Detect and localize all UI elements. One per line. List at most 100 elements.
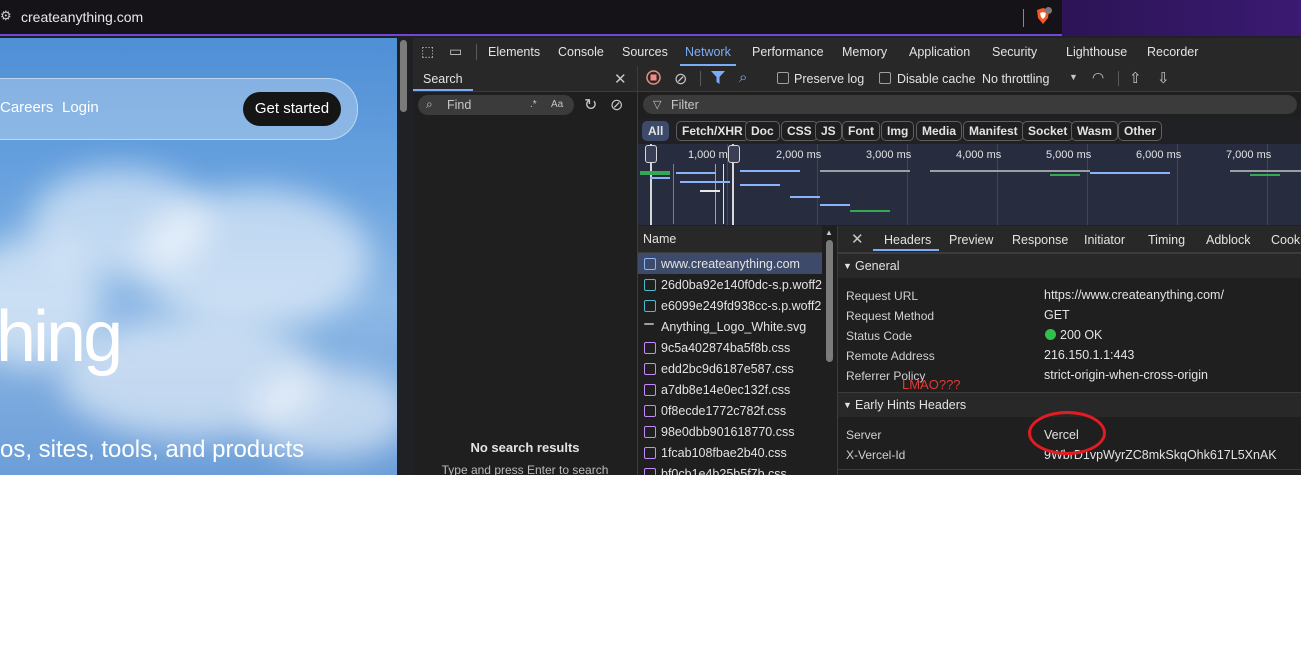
chevron-down-icon[interactable]: ▼	[843, 400, 852, 410]
general-section-header[interactable]	[838, 253, 1301, 278]
tab-recorder[interactable]: Recorder	[1147, 45, 1198, 59]
request-name[interactable]: 0f8ecde1772c782f.css	[661, 404, 786, 418]
search-icon: ⌕	[426, 97, 433, 111]
website-viewport: Careers Login Get started hing os, sites…	[0, 38, 397, 475]
tab-application[interactable]: Application	[909, 45, 970, 59]
tab-sources[interactable]: Sources	[622, 45, 668, 59]
dom-content-loaded-marker	[673, 164, 674, 224]
device-toolbar-icon[interactable]: ▭	[449, 43, 462, 60]
tab-console[interactable]: Console	[558, 45, 604, 59]
request-name[interactable]: edd2bc9d6187e587.css	[661, 362, 794, 376]
clear-log-icon[interactable]: ⊘	[674, 69, 687, 89]
header-key: Status Code	[846, 329, 913, 343]
download-icon[interactable]: ⇩	[1157, 69, 1170, 87]
nav-link-careers[interactable]: Careers	[0, 99, 53, 116]
request-name[interactable]: 9c5a402874ba5f8b.css	[661, 341, 790, 355]
nav-link-login[interactable]: Login	[62, 99, 99, 116]
refresh-icon[interactable]: ↻	[584, 95, 597, 115]
timeline-tick: 7,000 ms	[1226, 149, 1272, 161]
address-bar-url[interactable]: createanything.com	[21, 9, 143, 25]
tab-response[interactable]: Response	[1012, 233, 1068, 247]
filter-icon[interactable]	[711, 71, 725, 84]
filter-chip-socket[interactable]: Socket	[1022, 121, 1074, 141]
scroll-up-icon[interactable]: ▲	[825, 228, 833, 237]
disable-cache-checkbox[interactable]	[879, 72, 891, 84]
search-tab[interactable]: Search	[423, 72, 463, 86]
hero-subtitle: os, sites, tools, and products	[0, 436, 305, 463]
filter-chip-fetch-xhr[interactable]: Fetch/XHR	[676, 121, 749, 141]
filter-chip-media[interactable]: Media	[916, 121, 963, 141]
request-name[interactable]: a7db8e14e0ec132f.css	[661, 383, 790, 397]
timeline-request-bar	[820, 204, 850, 206]
chevron-down-icon[interactable]: ▼	[843, 261, 852, 271]
request-name[interactable]: 98e0dbb901618770.css	[661, 425, 794, 439]
timeline-request-bar	[1000, 170, 1090, 172]
upload-icon[interactable]: ⇧	[1129, 69, 1142, 87]
tab-lighthouse[interactable]: Lighthouse	[1066, 45, 1127, 59]
filter-chip-manifest[interactable]: Manifest	[963, 121, 1024, 141]
request-name[interactable]: e6099e249fd938cc-s.p.woff2	[661, 299, 821, 313]
filter-chip-doc[interactable]: Doc	[745, 121, 780, 141]
request-name[interactable]: 26d0ba92e140f0dc-s.p.woff2	[661, 278, 822, 292]
column-header-name[interactable]: Name	[643, 232, 676, 246]
tab-preview[interactable]: Preview	[949, 233, 993, 247]
network-conditions-icon[interactable]: ◠	[1092, 69, 1104, 86]
match-case-toggle[interactable]: Aa	[551, 99, 563, 110]
early-hints-section-title[interactable]: Early Hints Headers	[855, 398, 966, 412]
clear-icon[interactable]: ⊘	[610, 95, 623, 115]
filter-input-placeholder: Filter	[671, 98, 699, 112]
filter-chip-css[interactable]: CSS	[781, 121, 818, 141]
request-name[interactable]: www.createanything.com	[661, 257, 800, 271]
filter-chip-wasm[interactable]: Wasm	[1071, 121, 1118, 141]
tab-memory[interactable]: Memory	[842, 45, 887, 59]
timeline-request-bar	[930, 170, 1000, 172]
close-icon[interactable]: ✕	[614, 70, 627, 88]
toolbar-divider	[700, 71, 701, 86]
filter-chip-font[interactable]: Font	[842, 121, 880, 141]
request-list-scrollbar-thumb[interactable]	[826, 240, 833, 362]
tab-initiator[interactable]: Initiator	[1084, 233, 1125, 247]
close-icon[interactable]: ✕	[851, 230, 864, 248]
tab-adblock[interactable]: Adblock	[1206, 233, 1250, 247]
timeline-request-bar	[680, 181, 730, 183]
request-name[interactable]: 1fcab108fbae2b40.css	[661, 446, 787, 460]
brave-shield-icon[interactable]	[1034, 7, 1052, 25]
timeline-tick: 4,000 ms	[956, 149, 1002, 161]
stylesheet-icon	[644, 405, 656, 417]
request-name[interactable]: bf0cb1e4b25b5f7b.css	[661, 467, 787, 475]
timeline-handle-right[interactable]	[728, 145, 740, 163]
filter-input[interactable]	[643, 95, 1297, 114]
preserve-log-checkbox[interactable]	[777, 72, 789, 84]
filter-chip-all[interactable]: All	[642, 121, 670, 141]
get-started-button[interactable]: Get started	[243, 92, 341, 126]
filter-chip-js[interactable]: JS	[815, 121, 842, 141]
search-icon[interactable]: ⌕	[739, 69, 747, 86]
record-stop-icon[interactable]	[646, 70, 661, 85]
regex-toggle[interactable]: .*	[530, 99, 537, 110]
header-key: X-Vercel-Id	[846, 448, 906, 462]
header-value: 200 OK	[1060, 328, 1103, 342]
font-icon	[644, 279, 656, 291]
toolbar-divider	[476, 44, 477, 60]
tab-network[interactable]: Network	[685, 45, 731, 59]
stylesheet-icon	[644, 426, 656, 438]
page-scrollbar-thumb[interactable]	[400, 40, 407, 112]
tab-elements[interactable]: Elements	[488, 45, 540, 59]
address-bar[interactable]	[0, 0, 1062, 36]
throttling-select[interactable]: No throttling	[982, 72, 1049, 86]
chevron-down-icon[interactable]: ▼	[1069, 72, 1078, 82]
filter-chip-img[interactable]: Img	[881, 121, 915, 141]
site-info-icon[interactable]: ⚙	[0, 8, 12, 24]
general-section-title[interactable]: General	[855, 259, 899, 273]
timeline-request-bar	[790, 196, 820, 198]
timeline-request-bar	[850, 210, 890, 212]
timeline-handle-left[interactable]	[645, 145, 657, 163]
tab-headers[interactable]: Headers	[884, 233, 931, 247]
request-name[interactable]: Anything_Logo_White.svg	[661, 320, 806, 334]
tab-cookies[interactable]: Cooki	[1271, 233, 1301, 247]
inspect-element-icon[interactable]: ⬚	[421, 43, 434, 60]
filter-chip-other[interactable]: Other	[1118, 121, 1163, 141]
tab-security[interactable]: Security	[992, 45, 1037, 59]
tab-performance[interactable]: Performance	[752, 45, 824, 59]
tab-timing[interactable]: Timing	[1148, 233, 1185, 247]
